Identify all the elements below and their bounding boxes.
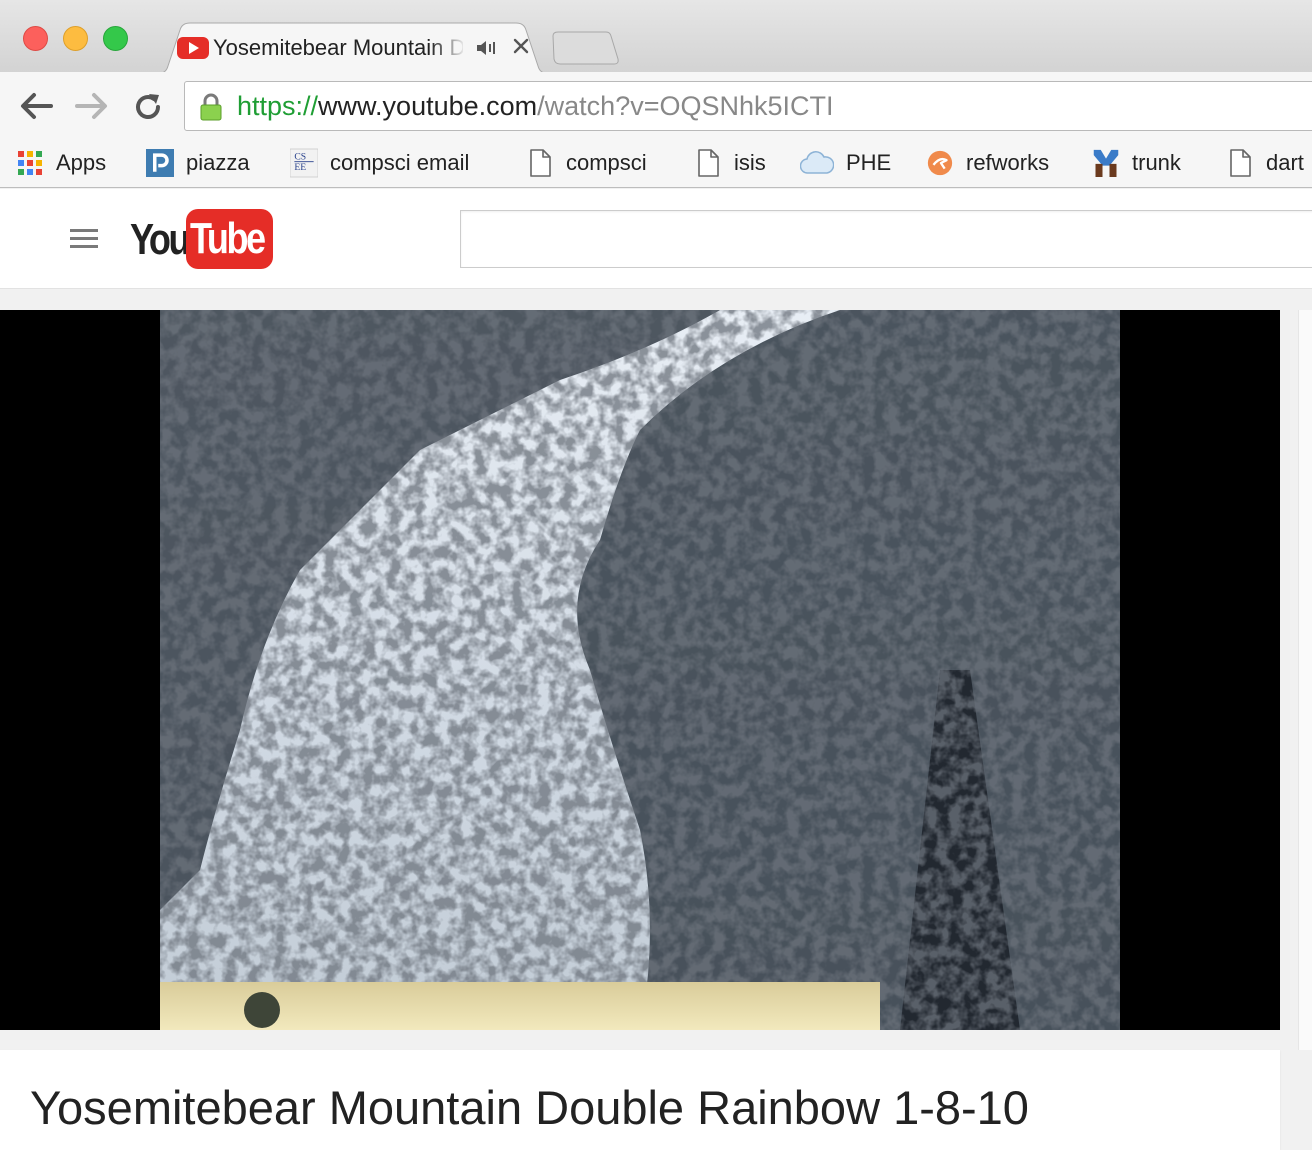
bookmark-label: compsci [566, 150, 647, 175]
bookmark-label: piazza [186, 150, 250, 175]
csee-tufts-icon: CS EE [290, 148, 318, 178]
bookmark-compsci[interactable]: compsci [526, 140, 647, 186]
refworks-icon [926, 148, 954, 178]
piazza-icon [146, 148, 174, 178]
bookmark-trunk[interactable]: trunk [1092, 140, 1181, 186]
close-icon[interactable] [511, 36, 531, 61]
bookmark-dart[interactable]: dart [1226, 140, 1304, 186]
bookmark-label: Apps [56, 150, 107, 175]
window-titlebar: Yosemitebear Mountain Double Rainbow 1-8… [0, 0, 1312, 74]
video-frame [160, 310, 1120, 1030]
bookmark-label: refworks [966, 150, 1050, 175]
bookmark-piazza[interactable]: piazza [146, 140, 250, 186]
page-icon [526, 148, 554, 178]
back-arrow-icon[interactable] [18, 91, 54, 126]
bookmark-refworks[interactable]: refworks [926, 140, 1049, 186]
bookmark-phe[interactable]: PHE [800, 140, 891, 186]
address-bar[interactable]: https://www.youtube.com/watch?v=OQSNhk5I… [184, 81, 1312, 131]
logo-you-text: You [130, 215, 191, 264]
search-input[interactable] [460, 210, 1312, 268]
url-path: /watch?v=OQSNhk5ICTI [537, 91, 834, 121]
page-scroll-track[interactable] [1298, 310, 1312, 1050]
bookmark-isis[interactable]: isis [694, 140, 766, 186]
bookmark-compsci-email[interactable]: CS EE compsci email [290, 140, 469, 186]
tab-title: Yosemitebear Mountain Double Rainbow 1-8… [213, 35, 463, 60]
bookmark-apps[interactable]: Apps [16, 140, 106, 186]
trunk-icon [1092, 148, 1120, 178]
apps-grid-icon [16, 148, 44, 178]
minimize-window-button[interactable] [63, 26, 88, 51]
browser-toolbar: https://www.youtube.com/watch?v=OQSNhk5I… [0, 72, 1312, 140]
forward-arrow-icon[interactable] [74, 91, 110, 126]
video-title: Yosemitebear Mountain Double Rainbow 1-8… [30, 1081, 1029, 1134]
bookmark-label: isis [734, 150, 766, 175]
bookmarks-bar: Apps piazza CS EE compsci email compsci … [0, 140, 1312, 188]
tab-title-fade [430, 32, 466, 64]
bookmark-label: compsci email [330, 150, 470, 175]
url-host: www.youtube.com [318, 91, 538, 121]
browser-tab[interactable]: Yosemitebear Mountain Double Rainbow 1-8… [150, 22, 556, 74]
zoom-window-button[interactable] [103, 26, 128, 51]
speaker-icon[interactable] [475, 38, 497, 63]
reload-icon[interactable] [132, 91, 164, 128]
url-text[interactable]: https://www.youtube.com/watch?v=OQSNhk5I… [237, 91, 834, 121]
youtube-masthead: You Tube [0, 189, 1312, 289]
bookmark-label: PHE [846, 150, 892, 175]
logo-tube-text: Tube [190, 214, 266, 263]
bookmark-label: dart [1266, 150, 1304, 175]
page-icon [694, 148, 722, 178]
url-scheme: https:// [237, 91, 319, 121]
youtube-favicon [177, 36, 209, 65]
page-icon [1226, 148, 1254, 178]
guide-menu-icon[interactable] [70, 229, 98, 249]
new-tab-button[interactable] [552, 30, 620, 71]
close-window-button[interactable] [23, 26, 48, 51]
svg-text:CS: CS [294, 152, 306, 163]
cloud-icon [800, 148, 834, 178]
lock-icon[interactable] [199, 93, 223, 126]
bookmark-label: trunk [1132, 150, 1181, 175]
video-player[interactable] [0, 310, 1280, 1030]
svg-text:EE: EE [294, 162, 306, 173]
video-info-card: Yosemitebear Mountain Double Rainbow 1-8… [0, 1050, 1280, 1150]
logo-tube-box: Tube [186, 209, 273, 269]
